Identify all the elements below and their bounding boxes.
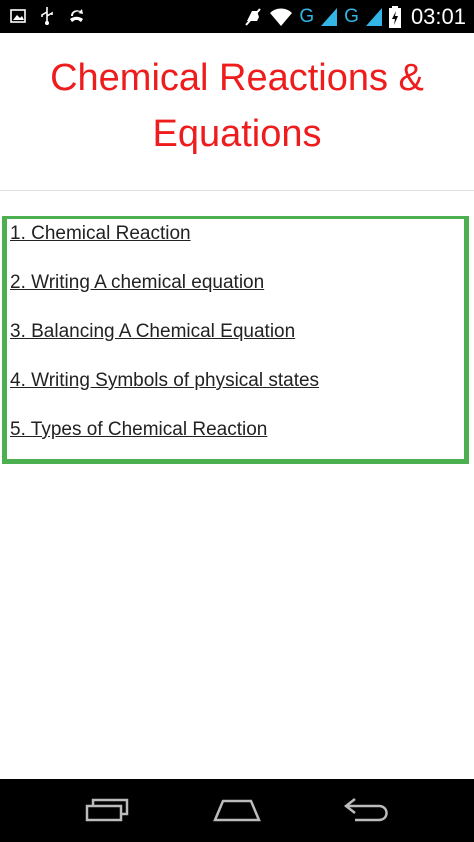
mute-icon [243, 7, 263, 27]
recents-button[interactable] [82, 797, 132, 827]
page-title: Chemical Reactions & Equations [50, 57, 424, 155]
home-icon [212, 797, 262, 828]
navigation-bar [0, 779, 474, 842]
clock: 03:01 [410, 3, 466, 29]
topic-link-types-of-reaction[interactable]: 5. Types of Chemical Reaction [10, 419, 319, 468]
topic-link-physical-states[interactable]: 4. Writing Symbols of physical states [10, 370, 319, 419]
topic-list: 1. Chemical Reaction 2. Writing A chemic… [10, 223, 319, 468]
status-bar: G G 03:01 [0, 0, 474, 33]
topic-link-chemical-reaction[interactable]: 1. Chemical Reaction [10, 223, 319, 272]
network-type-label: G [299, 6, 315, 27]
back-icon [343, 797, 391, 828]
recents-icon [84, 797, 130, 828]
topic-link-balancing-chemical-equation[interactable]: 3. Balancing A Chemical Equation [10, 321, 319, 370]
back-button[interactable] [342, 797, 392, 827]
signal-icon [320, 7, 338, 27]
divider [0, 190, 474, 191]
home-button[interactable] [212, 797, 262, 827]
topic-list-box: 1. Chemical Reaction 2. Writing A chemic… [2, 216, 469, 464]
signal-icon [365, 7, 383, 27]
missed-call-icon [68, 7, 86, 25]
image-icon [10, 8, 26, 24]
topic-link-writing-chemical-equation[interactable]: 2. Writing A chemical equation [10, 272, 319, 321]
usb-icon [40, 6, 54, 26]
network-type-label: G [344, 6, 359, 27]
wifi-icon [269, 7, 293, 27]
battery-charging-icon [388, 5, 401, 28]
